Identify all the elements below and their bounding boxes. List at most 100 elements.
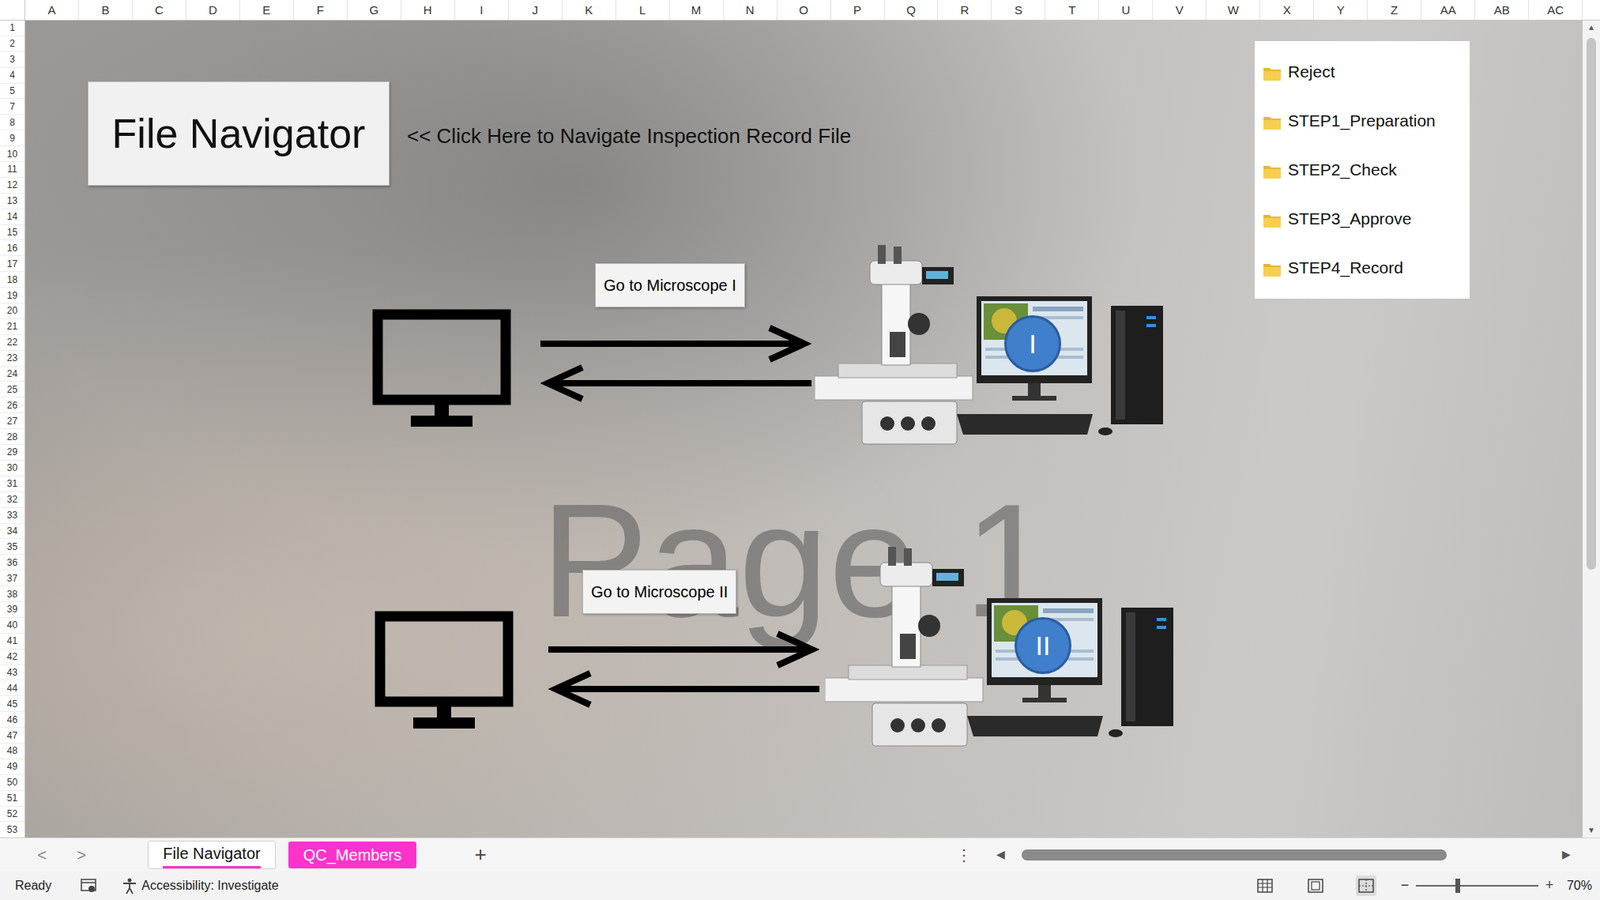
column-header[interactable]: L — [616, 0, 671, 20]
row-header[interactable]: 21 — [0, 319, 25, 336]
row-header[interactable]: 40 — [0, 617, 25, 634]
row-header[interactable]: 50 — [0, 775, 25, 791]
folder-item[interactable]: STEP4_Record — [1262, 243, 1462, 293]
row-header[interactable]: 16 — [0, 240, 25, 256]
normal-view-icon[interactable] — [1254, 875, 1276, 896]
select-all-corner[interactable] — [0, 0, 26, 20]
row-header[interactable]: 29 — [0, 444, 25, 461]
row-header[interactable]: 20 — [0, 303, 25, 320]
row-header[interactable]: 51 — [0, 790, 25, 807]
sheet-tab[interactable]: File Navigator — [147, 840, 276, 870]
next-sheet-button[interactable]: > — [69, 843, 94, 867]
row-header[interactable]: 32 — [0, 492, 25, 509]
zoom-slider[interactable] — [1415, 884, 1539, 887]
row-header[interactable]: 35 — [0, 538, 25, 555]
zoom-in-button[interactable]: + — [1543, 874, 1556, 896]
row-header[interactable]: 23 — [0, 350, 25, 367]
folder-item[interactable]: STEP1_Preparation — [1262, 96, 1462, 146]
more-options-button[interactable]: ⋮ — [956, 843, 972, 867]
column-header[interactable]: K — [562, 0, 617, 20]
column-header[interactable]: AA — [1421, 0, 1476, 20]
row-header[interactable]: 25 — [0, 381, 25, 398]
row-header[interactable]: 52 — [0, 806, 25, 823]
row-header[interactable]: 36 — [0, 554, 25, 571]
column-header[interactable]: R — [937, 0, 992, 20]
row-header[interactable]: 34 — [0, 523, 25, 540]
row-header[interactable]: 38 — [0, 586, 25, 603]
column-header[interactable]: B — [79, 0, 133, 20]
column-header[interactable]: W — [1206, 0, 1261, 20]
scroll-up-button[interactable]: ▲ — [1587, 20, 1596, 35]
column-header[interactable]: T — [1045, 0, 1100, 20]
column-header[interactable]: AB — [1475, 0, 1529, 20]
scroll-right-button[interactable]: ▶ — [1560, 846, 1572, 863]
row-header[interactable]: 14 — [0, 209, 25, 226]
go-to-microscope-button[interactable]: Go to Microscope I — [594, 263, 746, 308]
column-header[interactable]: H — [401, 0, 456, 20]
sheet-canvas[interactable]: Page 1File Navigator<< Click Here to Nav… — [25, 20, 1583, 838]
row-header[interactable]: 30 — [0, 460, 25, 477]
scroll-track[interactable] — [1582, 34, 1600, 824]
previous-sheet-button[interactable]: < — [30, 843, 54, 867]
row-header[interactable]: 28 — [0, 429, 25, 445]
row-header[interactable]: 49 — [0, 759, 25, 776]
column-header[interactable]: I — [455, 0, 509, 20]
row-header[interactable]: 7 — [0, 98, 25, 115]
folder-item[interactable]: STEP3_Approve — [1262, 194, 1462, 244]
column-header[interactable]: N — [723, 0, 778, 20]
column-header[interactable]: M — [670, 0, 724, 20]
accessibility-status[interactable]: Accessibility: Investigate — [120, 876, 279, 896]
row-header[interactable]: 10 — [0, 146, 25, 162]
column-header[interactable]: Z — [1367, 0, 1422, 20]
column-header[interactable]: Y — [1313, 0, 1368, 20]
column-header[interactable]: G — [347, 0, 402, 20]
row-header[interactable]: 15 — [0, 225, 25, 241]
row-header[interactable]: 31 — [0, 476, 25, 493]
row-header[interactable]: 42 — [0, 649, 25, 666]
row-header[interactable]: 22 — [0, 335, 25, 351]
zoom-out-button[interactable]: − — [1398, 874, 1412, 896]
row-header[interactable]: 8 — [0, 114, 25, 131]
folder-item[interactable]: Reject — [1262, 47, 1462, 97]
zoom-slider-thumb[interactable] — [1455, 878, 1461, 893]
row-header[interactable]: 4 — [0, 67, 25, 84]
column-header[interactable]: Q — [884, 0, 939, 20]
vertical-scrollbar[interactable]: ▲▼ — [1582, 20, 1600, 838]
row-header[interactable]: 39 — [0, 602, 25, 618]
column-header[interactable]: S — [991, 0, 1046, 20]
row-header[interactable]: 19 — [0, 287, 25, 304]
row-header[interactable]: 3 — [0, 52, 25, 68]
column-header[interactable]: E — [240, 0, 294, 20]
row-header[interactable]: 13 — [0, 193, 25, 210]
add-sheet-button[interactable]: + — [468, 839, 493, 870]
row-header[interactable]: 48 — [0, 743, 25, 760]
row-header[interactable]: 44 — [0, 680, 25, 697]
macro-record-icon[interactable] — [79, 876, 98, 896]
row-header[interactable]: 26 — [0, 397, 25, 414]
column-header[interactable]: V — [1152, 0, 1207, 20]
row-header[interactable]: 12 — [0, 177, 25, 194]
row-header[interactable]: 18 — [0, 271, 25, 288]
folder-item[interactable]: STEP2_Check — [1262, 145, 1462, 195]
horizontal-scrollbar[interactable]: ◀▶ — [994, 846, 1572, 863]
scroll-thumb[interactable] — [1021, 849, 1447, 861]
row-header[interactable]: 45 — [0, 696, 25, 712]
go-to-microscope-button[interactable]: Go to Microscope II — [582, 569, 737, 614]
column-header[interactable]: P — [831, 0, 885, 20]
row-header[interactable]: 5 — [0, 83, 25, 100]
row-header[interactable]: 43 — [0, 665, 25, 682]
row-header[interactable]: 1 — [0, 20, 25, 37]
column-header[interactable]: X — [1260, 0, 1314, 20]
scroll-track[interactable] — [1010, 849, 1556, 861]
column-header[interactable]: C — [132, 0, 187, 20]
row-header[interactable]: 9 — [0, 130, 25, 147]
scroll-left-button[interactable]: ◀ — [994, 846, 1006, 863]
row-header[interactable]: 24 — [0, 366, 25, 383]
row-header[interactable]: 17 — [0, 256, 25, 272]
row-header[interactable]: 46 — [0, 711, 25, 728]
file-navigator-button[interactable]: File Navigator — [87, 81, 390, 186]
column-header[interactable]: AC — [1528, 0, 1583, 20]
pagebreak-view-icon[interactable] — [1355, 875, 1377, 896]
zoom-percent[interactable]: 70% — [1566, 876, 1593, 896]
row-header[interactable]: 11 — [0, 161, 25, 178]
